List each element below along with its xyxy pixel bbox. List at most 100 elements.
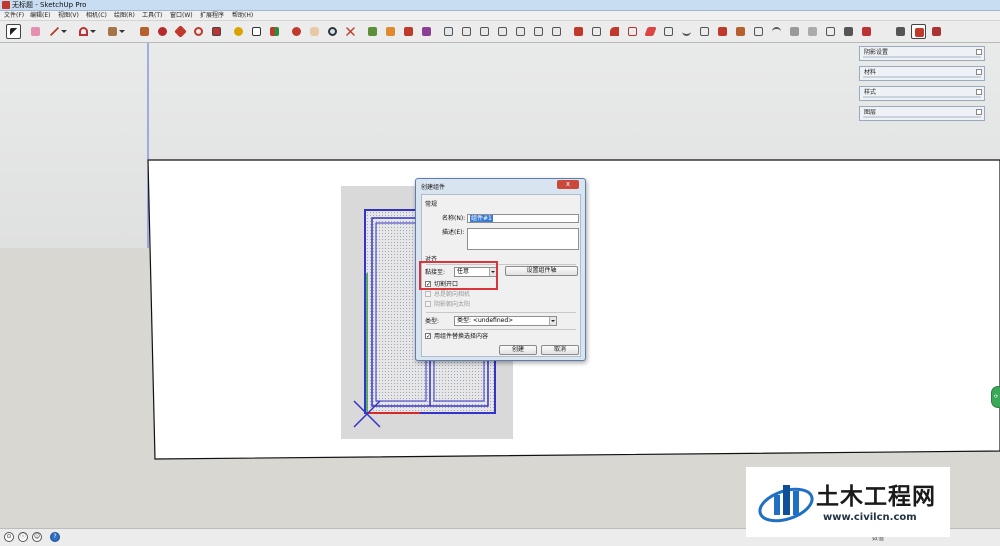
tray-styles[interactable]: 样式 [859,86,985,101]
smoove-button[interactable] [715,24,730,39]
view-left-button[interactable] [531,24,546,39]
section-plane-button[interactable] [841,24,856,39]
text-button[interactable] [249,24,264,39]
subtract-button[interactable] [625,24,640,39]
shape-tool-button[interactable] [105,24,125,39]
view-front-button[interactable] [477,24,492,39]
menu-file[interactable]: 文件(F) [4,12,24,20]
side-float-button[interactable]: ⟳ [991,386,1000,408]
view-back-button[interactable] [513,24,528,39]
description-input[interactable] [467,228,579,250]
replace-selection-checkbox[interactable]: ✓ [425,333,431,339]
menu-view[interactable]: 视图(V) [58,12,79,20]
arc-icon [79,27,88,36]
solid-inspector-button[interactable] [823,24,838,39]
chevron-down-icon [549,317,556,325]
menu-extensions[interactable]: 扩展程序 [200,12,224,20]
watermark-logo: 土木工程网 www.civilcn.com [746,467,950,537]
union-icon [610,27,619,36]
cancel-button[interactable]: 取消 [541,345,579,355]
view-right-icon [498,27,507,36]
subtract-icon [628,27,637,36]
split-button[interactable] [661,24,676,39]
zoom-extents-button[interactable] [343,24,358,39]
tape-measure-button[interactable] [231,24,246,39]
line-tool-button[interactable] [47,24,67,39]
move-button[interactable] [173,24,188,39]
shaded-textures-button[interactable] [911,24,926,39]
chevron-down-icon [489,268,496,276]
set-component-axes-button[interactable]: 设置组件轴 [505,266,578,276]
tray-materials[interactable]: 材料 [859,66,985,81]
view-top-button[interactable] [459,24,474,39]
drape-icon [754,27,763,36]
axes-button[interactable] [267,24,282,39]
tray-expand-icon[interactable] [976,89,982,95]
sandbox-scratch-button[interactable] [697,24,712,39]
solid-outer-shell-button[interactable] [805,24,820,39]
extension-warehouse-button[interactable] [401,24,416,39]
geo-location-icon[interactable]: ⊙ [4,532,14,542]
push-pull-button[interactable] [137,24,152,39]
close-button[interactable]: x [557,180,579,189]
orbit-button[interactable] [289,24,304,39]
tray-expand-icon[interactable] [976,109,982,115]
view-bottom-button[interactable] [549,24,564,39]
union-button[interactable] [607,24,622,39]
tray-layers[interactable]: 图层 [859,106,985,121]
share-button[interactable] [419,24,434,39]
paint-button[interactable] [859,24,874,39]
rotate-button[interactable] [191,24,206,39]
pan-button[interactable] [307,24,322,39]
shadows-face-sun-checkbox[interactable] [425,301,431,307]
eraser-tool-button[interactable] [28,24,43,39]
menu-camera[interactable]: 相机(C) [86,12,107,20]
scale-button[interactable] [209,24,224,39]
xray-button[interactable] [893,24,908,39]
select-tool-button[interactable] [6,24,21,39]
sandbox-contours-button[interactable] [679,24,694,39]
flip-edge-button[interactable] [787,24,802,39]
warehouse-button[interactable] [365,24,380,39]
view-right-button[interactable] [495,24,510,39]
axes-icon [270,27,279,36]
user-icon[interactable]: ☺ [32,532,42,542]
trim-button[interactable] [643,24,658,39]
view-front-icon [480,27,489,36]
glue-to-select[interactable]: 任意 [454,267,497,277]
smoove-icon [718,27,727,36]
zoom-button[interactable] [325,24,340,39]
sketchup-logo-icon [2,1,10,9]
menu-window[interactable]: 窗口(W) [170,12,193,20]
tray-expand-icon[interactable] [976,49,982,55]
always-face-camera-checkbox[interactable] [425,291,431,297]
arc-tool-button[interactable] [76,24,96,39]
name-input[interactable]: 组件#1 [467,214,579,223]
cut-opening-checkbox[interactable]: ✓ [425,281,431,287]
credits-icon[interactable]: ⓘ [18,532,28,542]
offset-button[interactable] [155,24,170,39]
view-iso-button[interactable] [441,24,456,39]
follow-me-button[interactable] [571,24,586,39]
tray-expand-icon[interactable] [976,69,982,75]
tray-shadows[interactable]: 阴影设置 [859,46,985,61]
intersect-button[interactable] [589,24,604,39]
create-button[interactable]: 创建 [499,345,537,355]
scale-icon [212,27,221,36]
help-icon[interactable]: ? [50,532,60,542]
stamp-button[interactable] [733,24,748,39]
menu-draw[interactable]: 绘图(R) [114,12,135,20]
paint-bucket-icon [862,27,871,36]
add-detail-button[interactable] [769,24,784,39]
shadows-face-sun-label: 阴影朝向太阳 [434,301,471,308]
menu-tools[interactable]: 工具(T) [142,12,162,20]
monochrome-button[interactable] [929,24,944,39]
rectangle-icon [108,27,117,36]
menu-help[interactable]: 帮助(H) [232,12,253,20]
menu-edit[interactable]: 编辑(E) [30,12,50,20]
components-button[interactable] [383,24,398,39]
drape-button[interactable] [751,24,766,39]
house-icon [444,27,453,36]
type-select[interactable]: 类型: <undefined> [454,316,557,326]
replace-selection-label: 用组件替换选择内容 [434,333,489,340]
